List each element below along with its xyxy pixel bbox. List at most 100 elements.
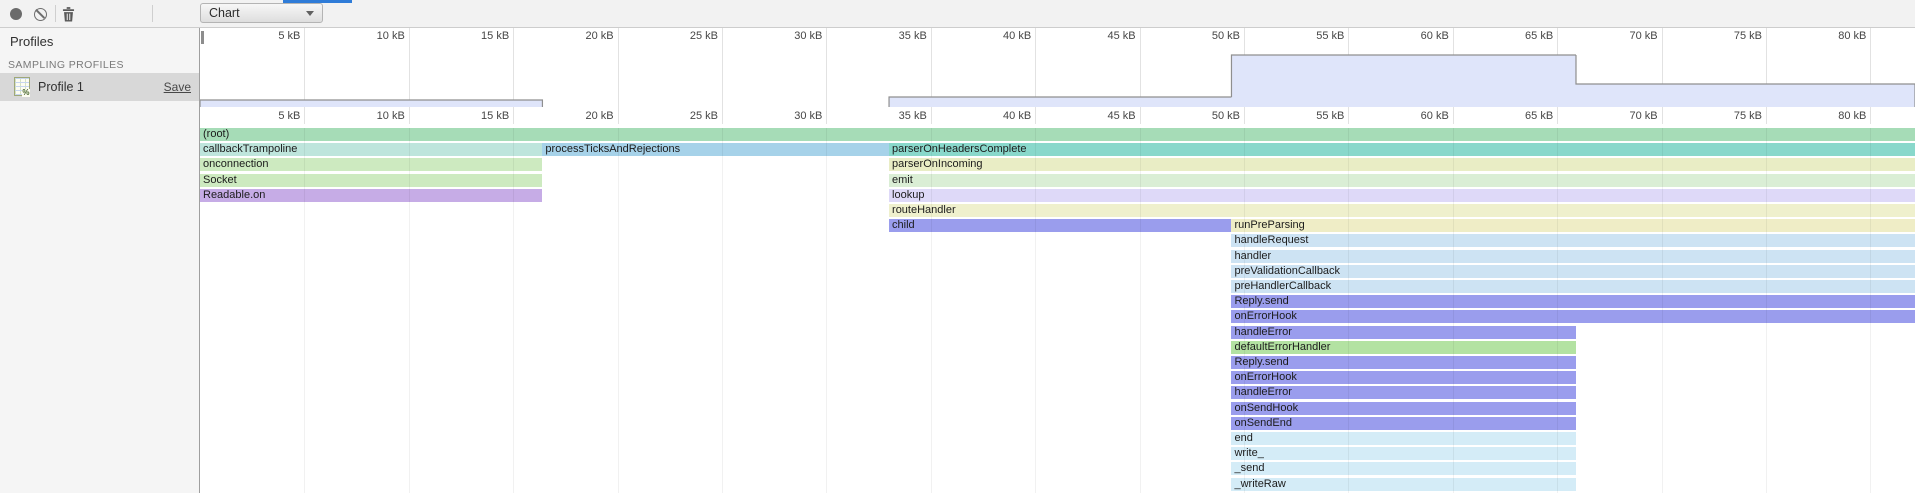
clear-profiles-button[interactable] <box>29 3 51 25</box>
ruler-bottom-tick-label: 5 kB <box>210 110 300 122</box>
ruler-bottom-tick-label: 35 kB <box>837 110 927 122</box>
profiles-sidebar: Profiles SAMPLING PROFILES % Profile 1 S… <box>0 27 200 493</box>
profiles-header: Profiles <box>10 34 53 49</box>
flame-frame[interactable]: end <box>1231 432 1576 445</box>
flame-frame[interactable]: onSendEnd <box>1231 417 1576 430</box>
flame-frame[interactable]: _writeRaw <box>1231 478 1576 491</box>
flame-frame[interactable]: write_ <box>1231 447 1576 460</box>
flame-frame[interactable]: handleRequest <box>1231 234 1915 247</box>
sampling-profiles-section-label: SAMPLING PROFILES <box>8 59 124 71</box>
frame-label: onconnection <box>200 158 542 171</box>
frame-label: onErrorHook <box>1231 371 1576 384</box>
frame-label: (root) <box>200 128 1915 141</box>
flame-frame[interactable]: child <box>889 219 1231 232</box>
flame-frame[interactable]: runPreParsing <box>1231 219 1915 232</box>
gridline <box>826 128 827 493</box>
frame-label: Reply.send <box>1231 295 1915 308</box>
chevron-down-icon <box>306 11 314 16</box>
flame-frame[interactable]: (root) <box>200 128 1915 141</box>
trash-icon <box>62 7 75 22</box>
flame-frame[interactable]: handleError <box>1231 326 1576 339</box>
memory-profiler-panel: Chart Profiles SAMPLING PROFILES % Profi… <box>0 0 1915 493</box>
ruler-top-tick-label: 35 kB <box>837 30 927 42</box>
frame-label: Reply.send <box>1231 356 1576 369</box>
profile-icon: % <box>14 77 30 96</box>
flame-frame[interactable]: lookup <box>889 189 1915 202</box>
flame-frame[interactable]: handleError <box>1231 386 1576 399</box>
ruler-top-tick-label: 75 kB <box>1672 30 1762 42</box>
ruler-bottom-tick-label: 55 kB <box>1254 110 1344 122</box>
frame-label: Readable.on <box>200 189 542 202</box>
flame-frame[interactable]: onconnection <box>200 158 542 171</box>
flame-frame[interactable]: processTicksAndRejections <box>542 143 889 156</box>
flame-frame[interactable]: parserOnHeadersComplete <box>889 143 1915 156</box>
ruler-bottom-tick-label: 20 kB <box>524 110 614 122</box>
frame-label: processTicksAndRejections <box>542 143 889 156</box>
flame-frame[interactable]: preHandlerCallback <box>1231 280 1915 293</box>
overview-scroll-handle[interactable] <box>201 31 204 44</box>
ruler-bottom-tick-label: 45 kB <box>1046 110 1136 122</box>
ruler-top-tick-label: 25 kB <box>628 30 718 42</box>
flame-frame[interactable]: Reply.send <box>1231 295 1915 308</box>
frame-label: child <box>889 219 1231 232</box>
frame-label: preHandlerCallback <box>1231 280 1915 293</box>
view-mode-value: Chart <box>209 6 306 20</box>
flame-frame[interactable]: Socket <box>200 174 542 187</box>
block-icon <box>34 8 47 21</box>
frame-label: _send <box>1231 462 1576 475</box>
record-icon <box>10 8 22 20</box>
flame-frame[interactable]: callbackTrampoline <box>200 143 542 156</box>
frame-label: onErrorHook <box>1231 310 1915 323</box>
frame-label: onSendEnd <box>1231 417 1576 430</box>
flame-frame[interactable]: onErrorHook <box>1231 310 1915 323</box>
flame-frame[interactable]: handler <box>1231 250 1915 263</box>
ruler-bottom-tick-label: 25 kB <box>628 110 718 122</box>
gridline <box>618 128 619 493</box>
profile-name: Profile 1 <box>38 80 84 94</box>
frame-label: Socket <box>200 174 542 187</box>
ruler-bottom-tick-label: 40 kB <box>941 110 1031 122</box>
frame-label: handleError <box>1231 326 1576 339</box>
flame-frame[interactable]: onSendHook <box>1231 402 1576 415</box>
view-mode-select[interactable]: Chart <box>200 3 323 23</box>
flame-frame[interactable]: emit <box>889 174 1915 187</box>
frame-label: onSendHook <box>1231 402 1576 415</box>
ruler-top-tick-label: 20 kB <box>524 30 614 42</box>
ruler-bottom-tick-label: 70 kB <box>1568 110 1658 122</box>
ruler-top-tick-label: 5 kB <box>210 30 300 42</box>
ruler-bottom-tick-label: 30 kB <box>732 110 822 122</box>
flame-frame[interactable]: routeHandler <box>889 204 1915 217</box>
flame-frame[interactable]: Readable.on <box>200 189 542 202</box>
flame-frame[interactable]: preValidationCallback <box>1231 265 1915 278</box>
ruler-top-tick-label: 70 kB <box>1568 30 1658 42</box>
ruler-bottom-tick-label: 60 kB <box>1359 110 1449 122</box>
frame-label: parserOnIncoming <box>889 158 1915 171</box>
ruler-top-tick-label: 65 kB <box>1463 30 1553 42</box>
flame-frame[interactable]: parserOnIncoming <box>889 158 1915 171</box>
frame-label: write_ <box>1231 447 1576 460</box>
frame-label: handler <box>1231 250 1915 263</box>
flame-frame[interactable]: _send <box>1231 462 1576 475</box>
flame-frame[interactable]: onErrorHook <box>1231 371 1576 384</box>
ruler-top-tick-label: 30 kB <box>732 30 822 42</box>
frame-label: _writeRaw <box>1231 478 1576 491</box>
frame-label: handleRequest <box>1231 234 1915 247</box>
flame-frame[interactable]: Reply.send <box>1231 356 1576 369</box>
delete-profile-button[interactable] <box>57 3 79 25</box>
frame-label: end <box>1231 432 1576 445</box>
toolbar-divider <box>152 5 153 22</box>
frame-label: parserOnHeadersComplete <box>889 143 1915 156</box>
ruler-bottom-tick-label: 10 kB <box>315 110 405 122</box>
gridline <box>722 128 723 493</box>
frame-label: handleError <box>1231 386 1576 399</box>
ruler-top-tick-label: 55 kB <box>1254 30 1344 42</box>
ruler-top-tick-label: 60 kB <box>1359 30 1449 42</box>
frame-label: emit <box>889 174 1915 187</box>
ruler-bottom-tick-label: 75 kB <box>1672 110 1762 122</box>
save-profile-link[interactable]: Save <box>164 80 191 94</box>
frame-label: callbackTrampoline <box>200 143 542 156</box>
frame-label: runPreParsing <box>1231 219 1915 232</box>
flame-frame[interactable]: defaultErrorHandler <box>1231 341 1576 354</box>
record-button[interactable] <box>5 3 27 25</box>
profile-list-item[interactable]: % Profile 1 Save <box>0 73 199 101</box>
